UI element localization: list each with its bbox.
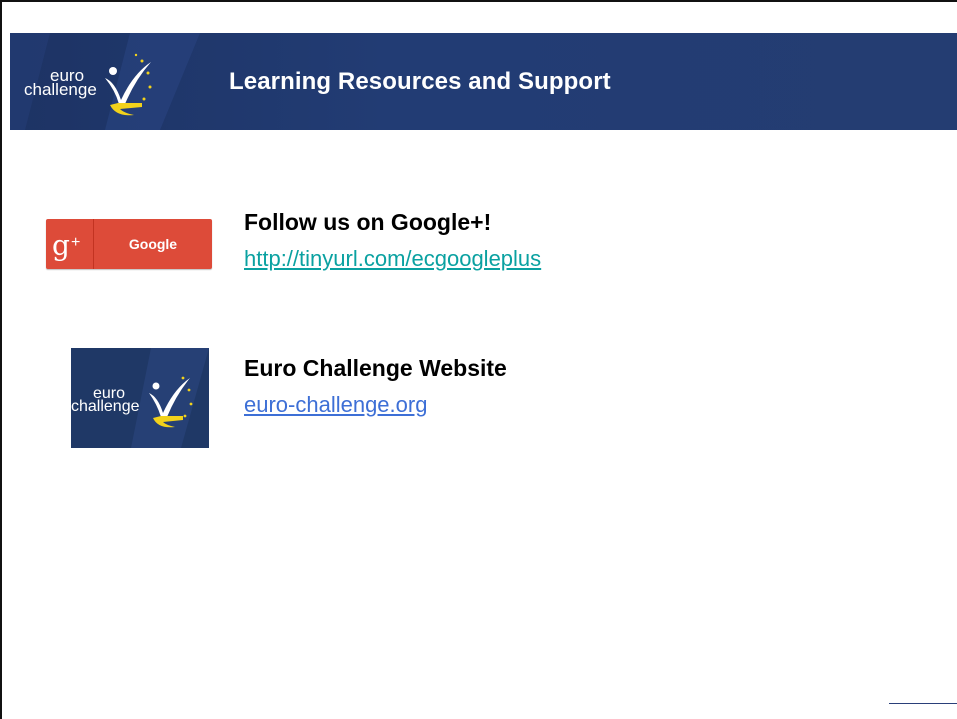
website-heading: Euro Challenge Website — [244, 355, 507, 381]
header-banner: euro challenge Learning Resources and Su… — [10, 33, 957, 130]
euro-challenge-website-logo[interactable]: euro challenge — [71, 348, 209, 448]
euro-challenge-logo-icon: euro challenge — [71, 348, 209, 448]
google-plus-link[interactable]: http://tinyurl.com/ecgoogleplus — [244, 245, 541, 273]
google-plus-label: Google — [128, 236, 178, 252]
corner-rule — [889, 703, 957, 704]
euro-challenge-logo: euro challenge — [10, 33, 200, 130]
website-link[interactable]: euro-challenge.org — [244, 391, 427, 419]
slide: euro challenge Learning Resources and Su… — [0, 0, 957, 719]
google-plus-button[interactable]: g+ Google — [46, 219, 212, 269]
svg-text:challenge: challenge — [71, 398, 140, 415]
logo-text-challenge: challenge — [24, 80, 97, 99]
google-plus-heading: Follow us on Google+! — [244, 209, 492, 235]
slide-title: Learning Resources and Support — [229, 68, 611, 95]
google-plus-icon: g+ — [52, 229, 81, 262]
